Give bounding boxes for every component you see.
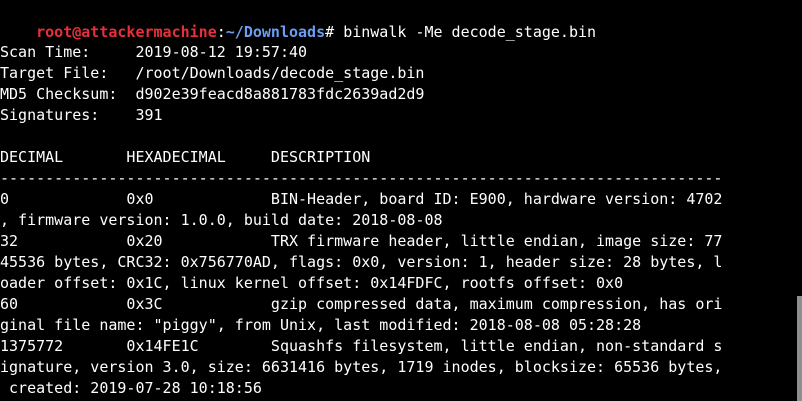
signatures-line: Signatures: 391 [0,106,163,124]
output-line: ignature, version 3.0, size: 6631416 byt… [0,358,723,376]
md5-checksum-line: MD5 Checksum: d902e39feacd8a881783fdc263… [0,85,425,103]
output-line: 1375772 0x14FE1C Squashfs filesystem, li… [0,337,723,355]
vertical-scrollbar[interactable] [796,0,802,401]
prompt-separator: : [216,23,226,41]
prompt-symbol: # [325,23,344,41]
prompt-path: ~/Downloads [225,23,326,41]
output-line: 32 0x20 TRX firmware header, little endi… [0,232,723,250]
output-line: created: 2019-07-28 10:18:56 [0,379,262,397]
output-line: ginal file name: "piggy", from Unix, las… [0,316,642,334]
output-line: 60 0x3C gzip compressed data, maximum co… [0,295,723,313]
table-header: DECIMAL HEXADECIMAL DESCRIPTION [0,148,371,166]
scrollbar-thumb[interactable] [797,296,802,401]
output-line: 45536 bytes, CRC32: 0x756770AD, flags: 0… [0,253,723,271]
terminal-output: root@attackermachine:~/Downloads# binwal… [0,0,796,401]
scan-time-line: Scan Time: 2019-08-12 19:57:40 [0,43,308,61]
target-file-line: Target File: /root/Downloads/decode_stag… [0,64,425,82]
command-prompt-line: root@attackermachine:~/Downloads# binwal… [0,1,596,41]
prompt-user-host: root@attackermachine [36,23,217,41]
table-separator: ----------------------------------------… [0,169,723,187]
output-line: , firmware version: 1.0.0, build date: 2… [0,211,443,229]
command-text: binwalk -Me decode_stage.bin [343,23,597,41]
output-line: 0 0x0 BIN-Header, board ID: E900, hardwa… [0,190,723,208]
output-line: oader offset: 0x1C, linux kernel offset:… [0,274,624,292]
